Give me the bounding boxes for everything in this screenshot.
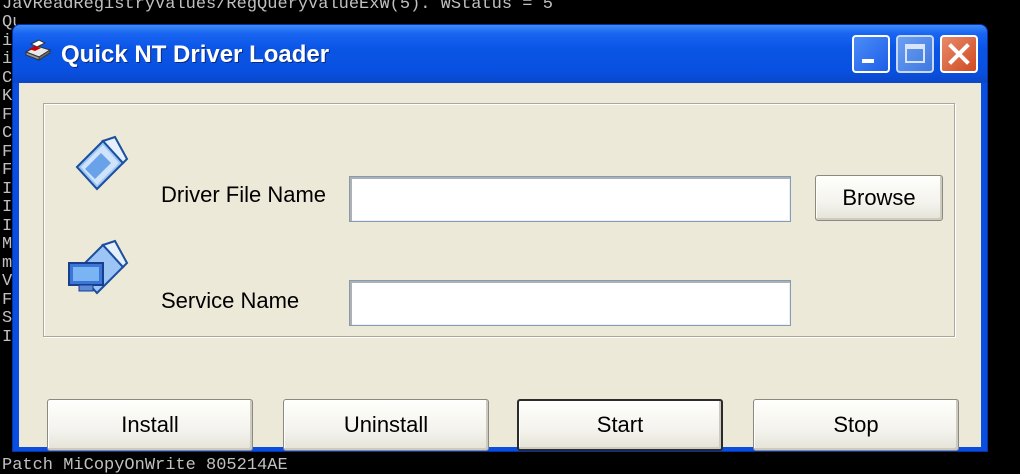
maximize-button[interactable]	[896, 35, 934, 73]
maximize-icon	[905, 44, 925, 63]
minimize-icon	[862, 59, 874, 63]
title-bar[interactable]: Quick NT Driver Loader	[13, 25, 987, 83]
driver-file-label: Driver File Name	[161, 182, 327, 207]
service-name-label: Service Name	[161, 288, 300, 313]
install-button[interactable]: Install	[47, 399, 253, 451]
window-title: Quick NT Driver Loader	[61, 41, 330, 68]
minimize-button[interactable]	[852, 35, 890, 73]
service-computer-icon	[63, 235, 133, 301]
driver-disk-icon[interactable]	[23, 38, 53, 64]
close-icon	[948, 43, 970, 65]
console-bottom-line: Patch MiCopyOnWrite 805214AE	[2, 456, 288, 474]
uninstall-button[interactable]: Uninstall	[283, 399, 489, 451]
document-file-icon	[63, 133, 133, 199]
driver-loader-window: Quick NT Driver Loader Driver File Name …	[12, 24, 988, 452]
stop-button[interactable]: Stop	[753, 399, 959, 451]
driver-file-input[interactable]	[349, 176, 791, 222]
dialog-client-area: Driver File Name Browse Service Name Ins…	[19, 83, 981, 451]
start-button[interactable]: Start	[517, 399, 723, 451]
browse-button[interactable]: Browse	[815, 175, 943, 221]
close-button[interactable]	[940, 35, 978, 73]
service-name-input[interactable]	[349, 280, 791, 326]
console-top-line: JavReadRegistryValues/RegQueryValueExW(5…	[2, 0, 553, 14]
